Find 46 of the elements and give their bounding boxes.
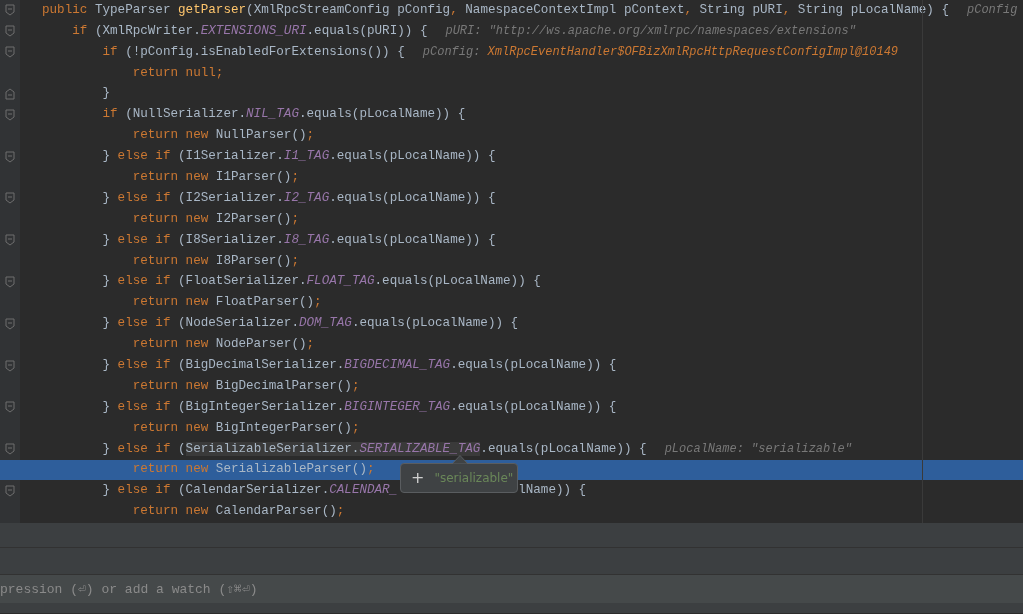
fold-icon[interactable] <box>5 359 15 372</box>
code-line: return new CalendarParser(); <box>131 504 345 520</box>
fold-icon[interactable] <box>5 150 15 163</box>
fold-icon[interactable] <box>5 401 15 414</box>
fold-icon[interactable] <box>5 443 15 456</box>
code-line: if (NullSerializer.NIL_TAG.equals(pLocalName)) { <box>101 107 466 123</box>
code-line: return new SerializableParser(); <box>131 462 375 478</box>
code-line: return new I8Parser(); <box>131 253 299 269</box>
fold-icon[interactable] <box>5 4 15 17</box>
fold-icon[interactable] <box>5 484 15 497</box>
fold-icon[interactable] <box>5 317 15 330</box>
fold-icon[interactable] <box>5 192 15 205</box>
inline-value-hint: pConfig <box>967 3 1018 18</box>
fold-icon[interactable] <box>5 234 15 247</box>
code-line: } else if (NodeSerializer.DOM_TAG.equals(pLocalName)) { <box>101 316 519 332</box>
inline-value-hint: pLocalName: "serializable" <box>664 441 852 457</box>
fold-icon[interactable] <box>5 25 15 38</box>
fold-icon[interactable] <box>5 46 15 59</box>
code-line: return new I1Parser(); <box>131 170 299 186</box>
inline-value-hint: pURI: "http://ws.apache.org/xmlrpc/namespaces/extensions" <box>445 24 856 39</box>
code-line: } else if (BigDecimalSerializer.BIGDECIMAL_TAG.equals(pLocalName)) { <box>101 358 617 374</box>
inline-value-hint: pConfig: XmlRpcEventHandler$OFBizXmlRpcHttpRequestConfigImpl@10149 <box>422 45 899 60</box>
code-line: return null; <box>131 65 224 81</box>
code-line: return new FloatParser(); <box>131 295 322 311</box>
code-line: if (XmlRpcWriter.EXTENSIONS_URI.equals(pURI)) { <box>71 23 428 39</box>
code-line: } else if (I2Serializer.I2_TAG.equals(pLocalName)) { <box>101 190 496 206</box>
code-line: return new NodeParser(); <box>131 337 315 353</box>
code-line: public TypeParser getParser(XmlRpcStreamConfig pConfig, NamespaceContextImpl pContext, String pURI, String pLocalName) { <box>42 2 949 18</box>
fold-icon[interactable] <box>5 108 15 121</box>
code-line: } <box>101 86 111 102</box>
code-line: return new NullParser(); <box>131 128 315 144</box>
code-line: return new BigIntegerParser(); <box>131 420 360 436</box>
expand-button[interactable]: + <box>411 470 425 486</box>
fold-icon[interactable] <box>5 276 15 288</box>
code-line: } else if (I1Serializer.I1_TAG.equals(pLocalName)) { <box>101 149 496 165</box>
code-editor[interactable] <box>0 0 1023 523</box>
fold-icon[interactable] <box>5 88 15 100</box>
expression-field[interactable]: pression (⏎) or add a watch (⇧⌘⏎) <box>0 575 1023 603</box>
code-line: } else if (SerializableSerializer.SERIALIZABLE_TAG.equals(pLocalName)) { <box>101 441 647 457</box>
code-line: } else if (BigIntegerSerializer.BIGINTEGER_TAG.equals(pLocalName)) { <box>101 399 617 415</box>
code-line: return new I2Parser(); <box>131 211 299 227</box>
tooltip-pointer <box>452 455 468 464</box>
code-line: return new BigDecimalParser(); <box>131 378 360 395</box>
code-line: } else if (I8Serializer.I8_TAG.equals(pLocalName)) { <box>101 232 496 248</box>
code-line: if (!pConfig.isEnabledForExtensions()) { <box>101 44 405 60</box>
code-line: } else if (FloatSerializer.FLOAT_TAG.equals(pLocalName)) { <box>101 274 541 290</box>
